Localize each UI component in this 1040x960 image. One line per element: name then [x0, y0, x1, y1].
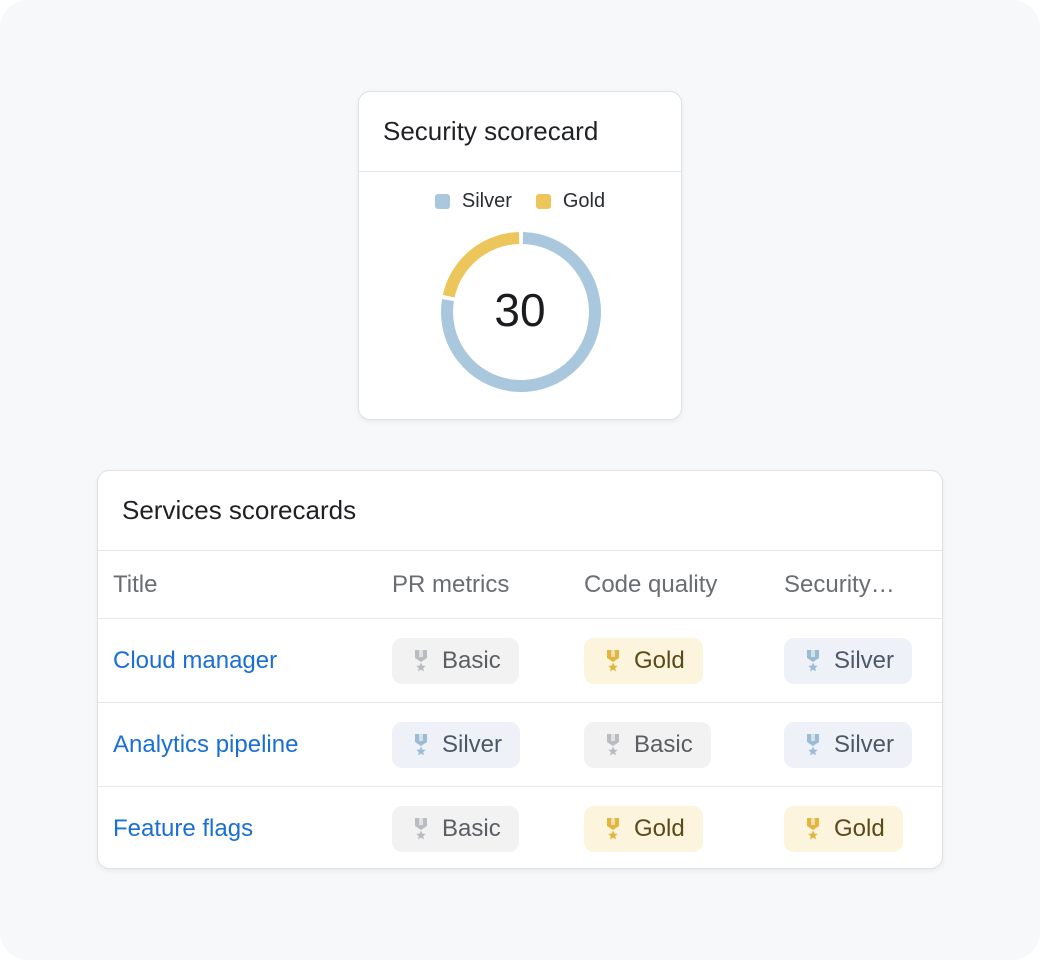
- title-cell: Analytics pipeline: [113, 703, 298, 786]
- code-quality-cell: Basic: [584, 703, 711, 786]
- donut-total-value: 30: [494, 284, 546, 336]
- legend-item-silver: Silver: [434, 190, 512, 213]
- legend-item-gold: Gold: [535, 190, 606, 213]
- title-cell: Feature flags: [113, 787, 253, 868]
- medal-icon: [607, 733, 619, 755]
- legend-label-silver: Silver: [461, 190, 512, 212]
- level-badge-basic[interactable]: Basic: [392, 806, 519, 852]
- medal-icon: [415, 818, 427, 840]
- column-header-security[interactable]: Security…: [784, 551, 895, 618]
- level-badge-basic[interactable]: Basic: [584, 721, 711, 768]
- background-canvas: Security scorecard Silver Gold 30 Servic…: [0, 0, 1040, 960]
- pr-metrics-cell: Silver: [392, 703, 521, 786]
- level-badge-label: Gold: [634, 815, 685, 842]
- level-badge-label: Basic: [442, 815, 501, 842]
- security-scorecard-title: Security scorecard: [383, 116, 599, 146]
- level-badge-label: Silver: [834, 646, 895, 674]
- level-badge-silver[interactable]: Silver: [392, 721, 521, 768]
- level-badge-label: Gold: [634, 646, 685, 674]
- level-badge-label: Basic: [442, 646, 501, 674]
- service-link-analytics-pipeline[interactable]: Analytics pipeline: [113, 731, 298, 759]
- level-badge-basic[interactable]: Basic: [392, 637, 519, 684]
- chart-legend: Silver Gold: [359, 190, 681, 213]
- donut-chart: 30: [359, 228, 681, 396]
- medal-icon: [807, 649, 819, 671]
- level-badge-silver[interactable]: Silver: [784, 721, 913, 768]
- security-scorecard-header: Security scorecard: [359, 92, 681, 172]
- medal-icon: [807, 818, 819, 840]
- medal-icon: [807, 733, 819, 755]
- medal-icon: [607, 818, 619, 840]
- services-scorecards-title: Services scorecards: [122, 495, 357, 525]
- pr-metrics-cell: Basic: [392, 619, 519, 702]
- services-scorecards-card: Services scorecards Title PR metrics Cod…: [97, 470, 943, 869]
- level-badge-label: Gold: [834, 815, 885, 842]
- legend-swatch-gold: [535, 194, 551, 209]
- medal-icon: [607, 649, 619, 671]
- security-cell: Gold: [784, 787, 903, 868]
- table-row: Feature flags Basic Gold Gold: [98, 787, 942, 868]
- security-scorecard-card: Security scorecard Silver Gold 30: [358, 91, 682, 420]
- code-quality-cell: Gold: [584, 787, 703, 868]
- level-badge-gold[interactable]: Gold: [584, 806, 703, 852]
- column-header-title[interactable]: Title: [113, 551, 157, 618]
- level-badge-gold[interactable]: Gold: [784, 806, 903, 852]
- column-header-code-quality[interactable]: Code quality: [584, 551, 717, 618]
- level-badge-gold[interactable]: Gold: [584, 637, 703, 684]
- legend-swatch-silver: [434, 194, 450, 209]
- level-badge-label: Basic: [634, 730, 693, 758]
- table-header-row: Title PR metrics Code quality Security…: [98, 551, 942, 619]
- level-badge-label: Silver: [442, 730, 503, 758]
- security-cell: Silver: [784, 703, 913, 786]
- service-link-cloud-manager[interactable]: Cloud manager: [113, 647, 277, 675]
- service-link-feature-flags[interactable]: Feature flags: [113, 815, 253, 843]
- security-cell: Silver: [784, 619, 913, 702]
- level-badge-label: Silver: [834, 730, 895, 758]
- table-row: Cloud manager Basic Gold Silver: [98, 619, 942, 703]
- pr-metrics-cell: Basic: [392, 787, 519, 868]
- table-row: Analytics pipeline Silver Basic Silver: [98, 703, 942, 787]
- medal-icon: [415, 649, 427, 671]
- services-scorecards-header: Services scorecards: [98, 471, 942, 551]
- code-quality-cell: Gold: [584, 619, 703, 702]
- title-cell: Cloud manager: [113, 619, 277, 702]
- level-badge-silver[interactable]: Silver: [784, 637, 913, 684]
- column-header-pr-metrics[interactable]: PR metrics: [392, 551, 509, 618]
- legend-label-gold: Gold: [562, 190, 606, 212]
- medal-icon: [415, 733, 427, 755]
